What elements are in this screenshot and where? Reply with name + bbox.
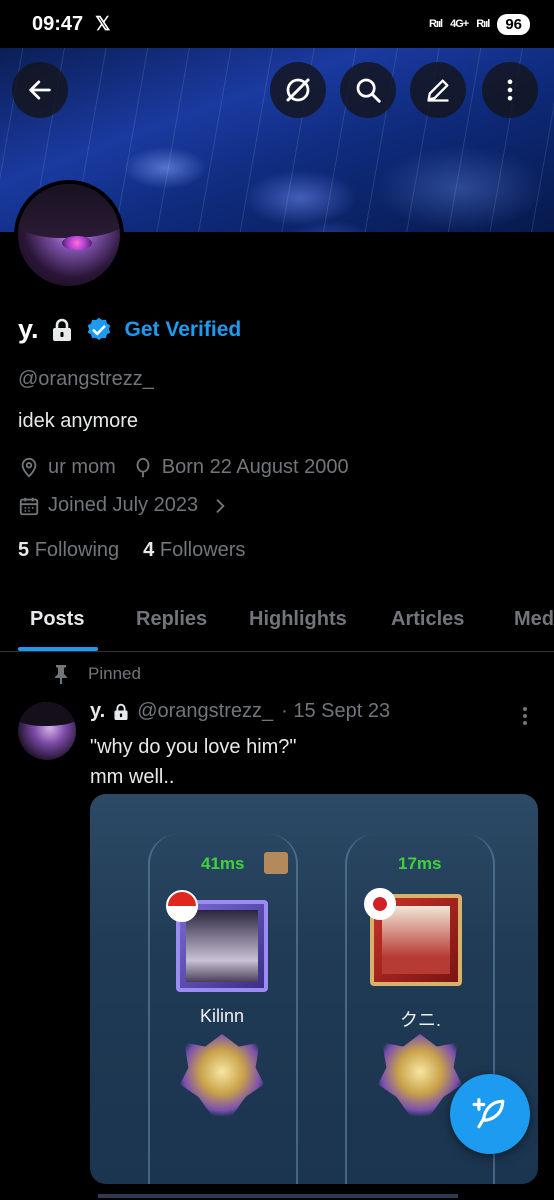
tab-highlights[interactable]: Highlights <box>249 608 347 631</box>
home-badge-icon <box>264 852 288 874</box>
post-author-avatar[interactable] <box>18 702 76 760</box>
media-player-right-name: クニ. <box>400 1010 442 1030</box>
post-header: y. @orangstrezz_ · 15 Sept 23 <box>90 700 390 723</box>
profile-birthday: Born 22 August 2000 <box>161 456 349 478</box>
network-type: 4G+ <box>450 18 469 30</box>
profile-joined-row[interactable]: Joined July 2023 <box>18 494 230 517</box>
followers-count: 4 <box>143 539 155 561</box>
lock-icon <box>114 703 128 720</box>
signal-icon: Rııl <box>428 18 443 30</box>
post-text: "why do you love him?" mm well.. <box>90 732 297 792</box>
back-button[interactable] <box>12 62 68 118</box>
display-name: y. <box>18 314 39 344</box>
grok-icon <box>286 78 310 102</box>
more-button[interactable] <box>482 62 538 118</box>
player-portrait-right <box>382 906 450 974</box>
tab-replies[interactable]: Replies <box>136 608 207 631</box>
arrow-left-icon <box>29 80 51 100</box>
follow-stats: 5 Following 4 Followers <box>18 539 245 562</box>
grok-button[interactable] <box>270 62 326 118</box>
get-verified-link[interactable]: Get Verified <box>125 318 242 342</box>
profile-joined: Joined July 2023 <box>48 494 199 516</box>
tab-articles[interactable]: Articles <box>391 608 464 631</box>
search-button[interactable] <box>340 62 396 118</box>
profile-meta-row: ur mom Born 22 August 2000 <box>18 456 349 479</box>
more-vertical-icon <box>507 79 513 101</box>
profile-avatar[interactable] <box>14 180 124 290</box>
profile-location: ur mom <box>48 456 116 478</box>
compose-button[interactable] <box>450 1074 530 1154</box>
post-date: · 15 Sept 23 <box>281 700 391 722</box>
compose-feather-icon <box>472 1098 505 1129</box>
avatar-art-eye <box>62 236 92 250</box>
post-more-button[interactable] <box>518 705 532 727</box>
battery-indicator: 96 <box>497 13 530 35</box>
status-indicators: Rııl 4G+ Rııl 96 <box>428 13 530 35</box>
profile-name-row: y. Get Verified <box>18 314 241 345</box>
profile-bio: idek anymore <box>18 410 139 432</box>
chevron-right-icon <box>216 498 225 513</box>
media-player-left-name: Kilinn <box>200 1006 245 1026</box>
signal-icon-2: Rııl <box>476 18 490 30</box>
indonesia-flag-icon <box>166 890 198 922</box>
tab-media[interactable]: Med <box>514 608 554 631</box>
media-ping-left: 41ms <box>201 854 245 873</box>
post-author-name[interactable]: y. <box>90 700 105 723</box>
search-icon <box>356 78 381 103</box>
gesture-bar <box>98 1194 458 1198</box>
balloon-icon <box>136 457 150 477</box>
status-bar: 09:47 𝕏 Rııl 4G+ Rııl 96 <box>0 0 554 48</box>
pinned-label: Pinned <box>88 664 141 683</box>
profile-handle: @orangstrezz_ <box>18 368 154 390</box>
status-time: 09:47 <box>32 12 84 35</box>
post-author-handle[interactable]: @orangstrezz_ <box>137 700 273 723</box>
post-text-line: "why do you love him?" <box>90 736 297 758</box>
profile-tabs: Posts Replies Highlights Articles Med <box>0 590 554 652</box>
active-tab-indicator <box>18 647 98 651</box>
pinned-indicator: Pinned <box>52 664 141 684</box>
edit-button[interactable] <box>410 62 466 118</box>
following-count: 5 <box>18 539 30 561</box>
japan-flag-icon <box>364 888 396 920</box>
followers-link[interactable]: 4 Followers <box>143 539 245 562</box>
pin-icon <box>55 665 67 684</box>
pencil-icon <box>427 79 449 102</box>
calendar-icon <box>19 497 39 515</box>
player-portrait-left <box>186 910 258 982</box>
verified-badge-icon <box>87 317 110 340</box>
lock-icon <box>52 318 71 341</box>
following-link[interactable]: 5 Following <box>18 539 119 562</box>
location-pin-icon <box>21 457 37 478</box>
avatar-small-art <box>18 702 76 726</box>
post-text-line: mm well.. <box>90 766 175 788</box>
more-vertical-icon <box>523 707 527 725</box>
tab-posts[interactable]: Posts <box>30 608 84 631</box>
media-ping-right: 17ms <box>398 854 442 873</box>
avatar-art <box>18 184 120 238</box>
followers-label: Followers <box>159 539 246 561</box>
following-label: Following <box>34 539 120 561</box>
x-logo-icon: 𝕏 <box>95 13 111 35</box>
